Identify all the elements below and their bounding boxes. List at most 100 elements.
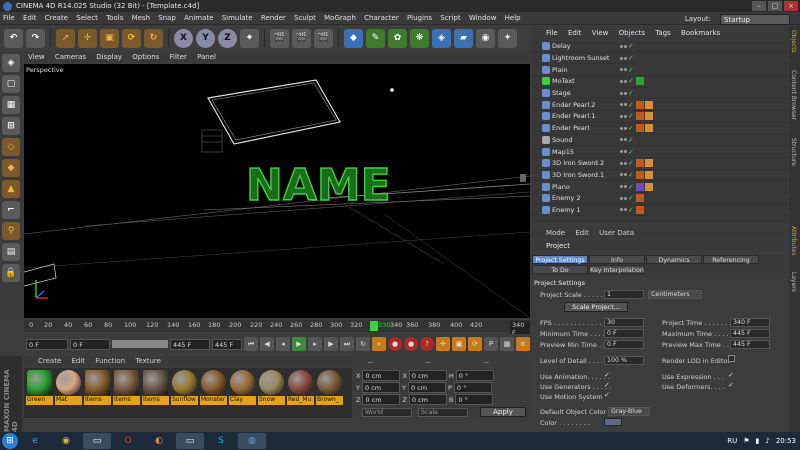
objects-menu-file[interactable]: File [546,29,558,37]
coord-field[interactable]: 0 cm [362,370,401,381]
phong-tag-icon[interactable] [645,159,653,168]
play-icon[interactable]: ▶ [292,337,306,351]
menu-render[interactable]: Render [261,14,286,22]
menu-tools[interactable]: Tools [106,14,123,22]
texture-tag-icon[interactable] [636,124,644,133]
object-row[interactable]: Ender Pearl.1 ✓ [532,111,788,123]
object-row[interactable]: Plano ✓ [532,181,788,193]
workplane-icon[interactable]: ⊞ [2,117,20,135]
coord-mode-dropdown[interactable]: World [362,408,412,417]
nurbs-icon[interactable]: ✿ [388,28,407,48]
visibility-dots[interactable] [620,173,627,177]
side-tab-layers[interactable]: Layers [790,272,797,292]
volume-icon[interactable]: ♪ [765,437,769,445]
rotate-icon[interactable]: ⟳ [122,28,141,48]
keyframe-selection-icon[interactable]: ⌖ [372,337,386,351]
object-row[interactable]: Ender Pearl ✓ [532,123,788,135]
visibility-dots[interactable] [620,161,627,165]
redo-icon[interactable]: ↷ [26,28,45,48]
object-row[interactable]: Stage ✓ [532,88,788,100]
visibility-dots[interactable] [620,138,627,142]
enabled-check[interactable]: ✓ [628,124,634,132]
object-row[interactable]: Delay ✓ [532,41,788,53]
fps-field[interactable]: 30 [604,318,644,327]
object-row[interactable]: Ender Pearl.2 ✓ [532,99,788,112]
prev-key-icon[interactable]: ◀ [260,337,274,351]
texture-tag-icon[interactable] [636,100,644,109]
recent-tool-icon[interactable]: ↻ [144,28,163,48]
material-tag-icon[interactable] [636,77,644,86]
z-axis-button[interactable]: Z [218,28,237,48]
coord-field[interactable]: 0 ° [453,382,492,393]
goto-start-icon[interactable]: ⏮ [244,337,258,351]
side-tab-structure[interactable]: Structure [790,138,797,166]
render-view-icon[interactable]: 🎬 [270,28,289,48]
material-tag-icon[interactable] [636,182,644,191]
render-settings-icon[interactable]: 🎬 [314,28,333,48]
minimize-button[interactable]: – [752,1,766,11]
menu-mograph[interactable]: MoGraph [324,14,356,22]
color-swatch[interactable] [604,418,622,426]
spline-pen-icon[interactable]: ✎ [366,28,385,48]
object-row[interactable]: Enemy 1 ✓ [532,205,788,217]
object-row[interactable]: 3D Iron Sword.1 ✓ [532,170,788,182]
side-tab-objects[interactable]: Objects [790,30,797,53]
ie-icon[interactable]: e [21,433,49,449]
object-row[interactable]: MoText ✓ [532,76,788,88]
visibility-dots[interactable] [620,68,627,72]
attr-menu-user-data[interactable]: User Data [599,229,634,237]
render-lod-checkbox[interactable] [728,355,735,362]
visibility-dots[interactable] [620,56,627,60]
next-frame-icon[interactable]: ▸ [308,337,322,351]
use-expression-checkbox[interactable]: ✓ [728,371,734,379]
viewport-menu-view[interactable]: View [28,53,45,61]
tweak-icon[interactable]: ⚲ [2,222,20,240]
cinema4d-taskbar-icon[interactable]: ◍ [238,433,266,449]
menu-simulate[interactable]: Simulate [222,14,253,22]
layout-dropdown[interactable]: Startup [720,14,790,25]
visibility-dots[interactable] [620,44,627,48]
objects-menu-edit[interactable]: Edit [568,29,582,37]
use-generators-checkbox[interactable]: ✓ [604,381,610,389]
default-color-dropdown[interactable]: Gray-Blue [608,407,650,416]
object-row[interactable]: Map15 ✓ [532,146,788,158]
project-unit-dropdown[interactable]: Centimeters [648,290,702,299]
material-menu-texture[interactable]: Texture [135,357,161,365]
visibility-dots[interactable] [620,150,627,154]
material-menu-function[interactable]: Function [95,357,125,365]
visibility-dots[interactable] [620,79,627,83]
viewport-menu-panel[interactable]: Panel [197,53,216,61]
material-menu-create[interactable]: Create [38,357,61,365]
skype-icon[interactable]: S [207,433,235,449]
texture-tag-icon[interactable] [636,159,644,168]
menu-script[interactable]: Script [440,14,460,22]
texture-tag-icon[interactable] [636,194,644,203]
end-frame-field[interactable]: 445 F [212,338,242,350]
material-item[interactable]: Snow [258,370,285,416]
lod-field[interactable]: 100 % [604,356,644,365]
viewport-menu-display[interactable]: Display [96,53,122,61]
move-icon[interactable]: ✛ [78,28,97,48]
menu-create[interactable]: Create [45,14,68,22]
move-key-icon[interactable]: ✛ [436,337,450,351]
tab-info[interactable]: Info [589,255,645,264]
phong-tag-icon[interactable] [645,170,653,179]
material-item[interactable]: Items [113,370,140,416]
y-axis-button[interactable]: Y [196,28,215,48]
autokey-icon[interactable]: ● [404,337,418,351]
array-icon[interactable]: ❋ [410,28,429,48]
material-item[interactable]: Items [142,370,169,416]
object-row[interactable]: Sound ✓ [532,135,788,147]
preview-range-slider[interactable] [112,340,168,348]
timeline-playhead[interactable] [370,321,378,331]
menu-help[interactable]: Help [505,14,521,22]
phong-tag-icon[interactable] [645,112,653,121]
enabled-check[interactable]: ✓ [628,183,634,191]
enabled-check[interactable]: ✓ [628,112,634,120]
menu-select[interactable]: Select [76,14,98,22]
taskbar-app-icon[interactable]: ▭ [83,433,111,449]
coord-apply-button[interactable]: Apply [480,407,526,417]
objects-menu-view[interactable]: View [592,29,609,37]
deformer-icon[interactable]: ◈ [432,28,451,48]
use-deformers-checkbox[interactable]: ✓ [728,381,734,389]
